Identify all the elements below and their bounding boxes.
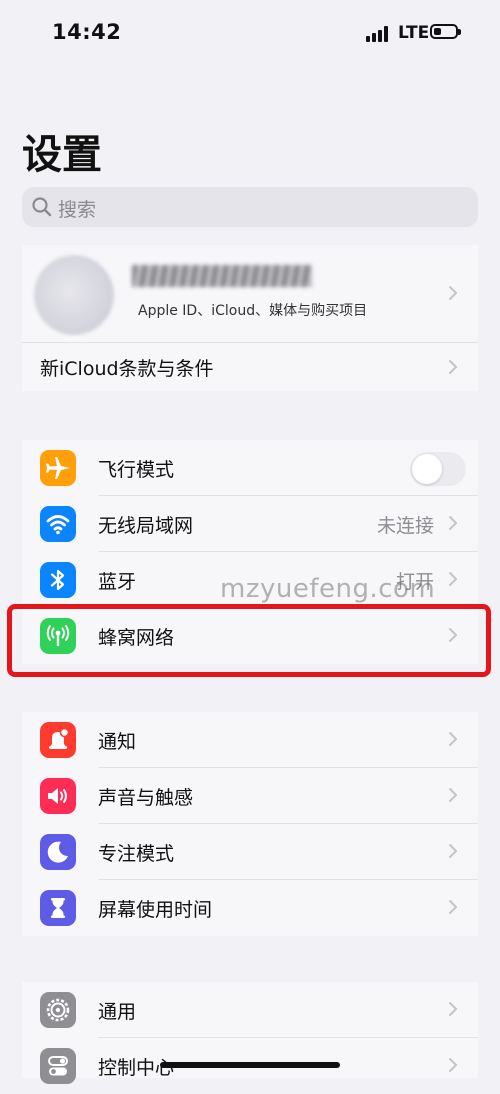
search-icon [32,197,52,217]
sound-icon [40,778,76,814]
page-title: 设置 [22,132,102,178]
chevron-right-icon [449,732,457,746]
home-indicator[interactable] [160,1062,340,1068]
bluetooth-label: 蓝牙 [98,571,137,593]
sounds-label: 声音与触感 [98,787,194,809]
icloud-terms-row[interactable]: 新iCloud条款与条件 [22,343,478,391]
general-row[interactable]: 通用 [22,982,478,1038]
avatar [34,255,114,335]
apple-id-row[interactable]: Apple ID、iCloud、媒体与购买项目 [22,245,478,343]
account-group: Apple ID、iCloud、媒体与购买项目 新iCloud条款与条件 [22,245,478,391]
toggle-knob [412,454,442,484]
airplane-mode-toggle[interactable] [410,452,466,486]
hourglass-icon [40,890,76,926]
chevron-right-icon [449,788,457,802]
search-input[interactable]: 搜索 [22,187,478,227]
watermark: mzyuefeng.com [220,574,436,604]
highlight-box [7,604,491,677]
chevron-right-icon [449,516,457,530]
screen-time-label: 屏幕使用时间 [98,899,213,921]
wifi-status: 未连接 [376,515,434,537]
focus-label: 专注模式 [98,843,175,865]
chevron-right-icon [449,1058,457,1072]
wifi-row[interactable]: 无线局域网 未连接 [22,496,478,552]
airplane-mode-row[interactable]: 飞行模式 [22,440,478,496]
chevron-right-icon [449,360,457,374]
control-center-icon [40,1048,76,1084]
moon-icon [40,834,76,870]
account-name-redacted [132,265,312,287]
chevron-right-icon [449,900,457,914]
bluetooth-icon [40,562,76,598]
status-time: 14:42 [52,20,122,44]
general-label: 通用 [98,1001,137,1023]
chevron-right-icon [449,844,457,858]
airplane-mode-label: 飞行模式 [98,459,175,481]
signal-icon [366,26,392,42]
chevron-right-icon [449,286,457,300]
status-bar: 14:42 LTE [0,0,500,64]
notification-icon [40,722,76,758]
airplane-icon [40,450,76,486]
chevron-right-icon [449,1002,457,1016]
wifi-label: 无线局域网 [98,515,194,537]
gear-icon [40,992,76,1028]
battery-icon [430,24,461,39]
notifications-label: 通知 [98,731,137,753]
account-subtitle: Apple ID、iCloud、媒体与购买项目 [138,303,368,319]
chevron-right-icon [449,572,457,586]
screen-time-row[interactable]: 屏幕使用时间 [22,880,478,936]
focus-row[interactable]: 专注模式 [22,824,478,880]
notifications-group: 通知 声音与触感 专注模式 屏幕使用时间 [22,712,478,936]
sounds-row[interactable]: 声音与触感 [22,768,478,824]
network-type: LTE [398,23,430,43]
notifications-row[interactable]: 通知 [22,712,478,768]
icloud-terms-label: 新iCloud条款与条件 [40,358,214,380]
wifi-icon [40,506,76,542]
search-placeholder: 搜索 [58,199,97,221]
